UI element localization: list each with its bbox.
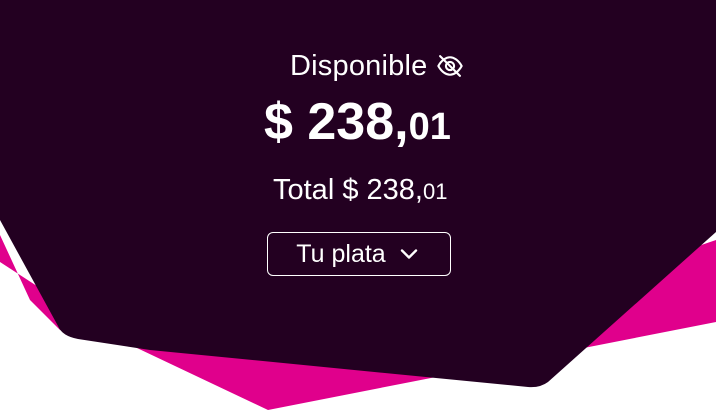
- available-balance-amount: $ 238,01: [264, 86, 451, 158]
- available-integer-part: 238,: [307, 93, 409, 151]
- account-selector-label: Tu plata: [296, 239, 386, 268]
- available-cents: 01: [408, 106, 451, 148]
- available-currency-symbol: $: [264, 93, 293, 151]
- chevron-down-icon: [396, 241, 422, 267]
- account-selector-button[interactable]: Tu plata: [267, 232, 451, 276]
- total-balance: Total $ 238,01: [273, 168, 447, 212]
- app-screen: Disponible $ 238,01 Total $ 238,01 Tu pl…: [0, 0, 716, 414]
- total-balance-cents: 01: [422, 179, 448, 204]
- balance-panel: Disponible $ 238,01 Total $ 238,01 Tu pl…: [0, 0, 716, 414]
- available-row: Disponible: [290, 48, 465, 84]
- eye-off-icon[interactable]: [435, 51, 465, 81]
- available-label: Disponible: [290, 50, 428, 82]
- total-balance-prefix: Total $ 238,: [273, 174, 423, 206]
